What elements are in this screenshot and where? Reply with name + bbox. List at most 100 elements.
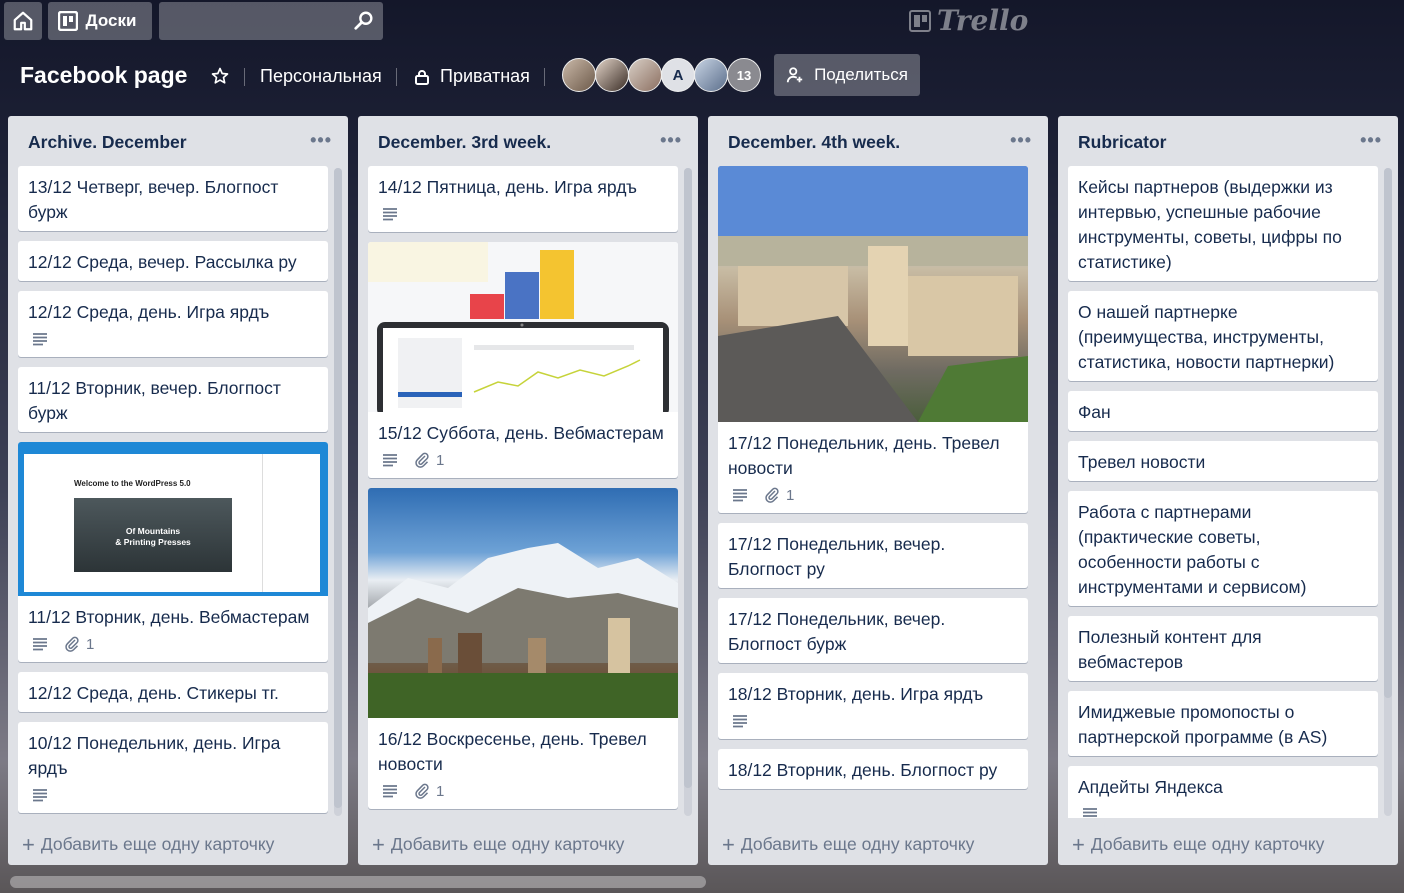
add-card-label: Добавить еще одну карточку: [390, 834, 625, 854]
card[interactable]: Welcome to the WordPress 5.0 Of Mountain…: [18, 442, 328, 662]
card[interactable]: Полезный контент для вебмастеров: [1068, 616, 1378, 681]
avatar[interactable]: [694, 58, 728, 92]
card-title: Кейсы партнеров (выдержки из интервью, у…: [1078, 177, 1342, 272]
trello-logo-icon: [909, 9, 931, 32]
list-scrollbar[interactable]: [1384, 168, 1392, 816]
card[interactable]: Фан: [1068, 391, 1378, 431]
card-cover-image: [368, 242, 678, 412]
board-horizontal-scrollbar[interactable]: [10, 876, 706, 888]
share-button[interactable]: Поделиться: [774, 54, 920, 96]
list-title[interactable]: Rubricator: [1078, 132, 1166, 153]
scroll-thumb[interactable]: [1384, 168, 1392, 698]
more-icon[interactable]: •••: [660, 130, 682, 151]
card[interactable]: 15/12 Суббота, день. Вебмастерам 1: [368, 242, 678, 478]
add-card-button[interactable]: + Добавить еще одну карточку: [372, 833, 625, 855]
attachments-count: 1: [436, 451, 445, 469]
share-user-icon: [786, 67, 803, 83]
description-icon: [33, 789, 47, 802]
board-title[interactable]: Facebook page: [20, 62, 187, 89]
card[interactable]: Работа с партнерами (практические советы…: [1068, 491, 1378, 606]
list-scrollbar[interactable]: [334, 168, 342, 816]
attachments-badge: 1: [64, 636, 94, 653]
boards-button[interactable]: Доски: [48, 2, 152, 40]
header-divider: [544, 68, 545, 86]
card[interactable]: 10/12 Понедельник, день. Игра ярдъ: [18, 722, 328, 813]
add-card-label: Добавить еще одну карточку: [1090, 834, 1325, 854]
card[interactable]: 11/12 Вторник, вечер. Блогпост бурж: [18, 367, 328, 432]
cover-image-photo: Of Mountains & Printing Presses: [74, 498, 232, 572]
cover-image-sidebar: [262, 454, 320, 592]
card[interactable]: 17/12 Понедельник, вечер. Блогпост бурж: [718, 598, 1028, 663]
add-card-button[interactable]: + Добавить еще одну карточку: [722, 833, 974, 855]
header-divider: [396, 68, 397, 86]
card-title: 18/12 Вторник, день. Блогпост ру: [728, 760, 998, 780]
card-badges: [18, 787, 328, 813]
home-button[interactable]: [4, 2, 42, 40]
avatar-letter[interactable]: A: [661, 58, 695, 92]
more-icon[interactable]: •••: [1360, 130, 1382, 151]
list-title[interactable]: Archive. December: [28, 132, 187, 153]
add-card-button[interactable]: + Добавить еще одну карточку: [1072, 831, 1325, 857]
card[interactable]: О нашей партнерке (преимущества, инструм…: [1068, 291, 1378, 381]
mountain-city-image: [368, 543, 678, 718]
list-cards: 17/12 Понедельник, день. Тревел новости …: [718, 166, 1038, 818]
card[interactable]: 18/12 Вторник, день. Игра ярдъ: [718, 673, 1028, 739]
list-cards: Кейсы партнеров (выдержки из интервью, у…: [1068, 166, 1388, 818]
scroll-thumb[interactable]: [334, 168, 342, 808]
list-header: Archive. December •••: [8, 116, 348, 166]
list-scrollbar[interactable]: [684, 168, 692, 816]
more-icon[interactable]: •••: [310, 130, 332, 151]
card[interactable]: 12/12 Среда, день. Игра ярдъ: [18, 291, 328, 357]
card[interactable]: 12/12 Среда, день. Стикеры тг.: [18, 672, 328, 712]
star-icon[interactable]: [210, 66, 230, 86]
card[interactable]: 12/12 Среда, вечер. Рассылка ру: [18, 241, 328, 281]
card-title: Имиджевые промопосты о партнерской прогр…: [1078, 702, 1328, 747]
card[interactable]: 17/12 Понедельник, день. Тревел новости …: [718, 166, 1028, 513]
attachments-count: 1: [436, 782, 445, 800]
members-more-badge[interactable]: 13: [727, 58, 761, 92]
cover-image-caption: Of Mountains & Printing Presses: [74, 526, 232, 548]
card-title: 12/12 Среда, день. Игра ярдъ: [28, 302, 270, 322]
team-button[interactable]: Персональная: [260, 66, 382, 87]
list-title[interactable]: December. 3rd week.: [378, 132, 551, 153]
attachment-icon: [65, 636, 79, 652]
search-input[interactable]: [159, 2, 383, 40]
card-title: 18/12 Вторник, день. Игра ярдъ: [728, 684, 984, 704]
list-december-3rd-week: December. 3rd week. ••• 14/12 Пятница, д…: [358, 116, 698, 865]
card[interactable]: 18/12 Вторник, день. Блогпост ру: [718, 749, 1028, 789]
card[interactable]: 16/12 Воскресенье, день. Тревел новости …: [368, 488, 678, 809]
trello-logo[interactable]: Trello: [909, 4, 1028, 37]
cover-image-caption-line: Of Mountains: [125, 526, 181, 536]
add-card-button[interactable]: + Добавить еще одну карточку: [22, 833, 274, 855]
card[interactable]: 17/12 Понедельник, вечер. Блогпост ру: [718, 523, 1028, 588]
card[interactable]: Имиджевые промопосты о партнерской прогр…: [1068, 691, 1378, 756]
description-icon: [33, 333, 47, 346]
card-title: 12/12 Среда, вечер. Рассылка ру: [28, 252, 297, 272]
cover-image-caption-line: & Printing Presses: [115, 537, 191, 547]
card-title: 10/12 Понедельник, день. Игра ярдъ: [28, 733, 281, 778]
card-badges: [368, 206, 678, 232]
description-icon: [383, 785, 397, 798]
card-title: 15/12 Суббота, день. Вебмастерам: [378, 423, 664, 443]
card[interactable]: 13/12 Четверг, вечер. Блогпост бурж: [18, 166, 328, 231]
list-december-4th-week: December. 4th week. ••• 17/12 Понедельни…: [708, 116, 1048, 865]
avatar[interactable]: [562, 58, 596, 92]
plus-icon: +: [1072, 831, 1085, 857]
more-icon[interactable]: •••: [1010, 130, 1032, 151]
search-icon[interactable]: [353, 10, 375, 32]
city-aerial-image: [718, 166, 1028, 422]
list-header: December. 3rd week. •••: [358, 116, 698, 166]
card-title: 11/12 Вторник, вечер. Блогпост бурж: [28, 378, 281, 423]
card[interactable]: Апдейты Яндекса: [1068, 766, 1378, 818]
search-box[interactable]: [159, 2, 383, 40]
visibility-button[interactable]: Приватная: [440, 66, 530, 87]
list-title[interactable]: December. 4th week.: [728, 132, 900, 153]
card[interactable]: Кейсы партнеров (выдержки из интервью, у…: [1068, 166, 1378, 281]
card[interactable]: 14/12 Пятница, день. Игра ярдъ: [368, 166, 678, 232]
card-badges: [18, 331, 328, 357]
card[interactable]: Тревел новости: [1068, 441, 1378, 481]
avatar[interactable]: [628, 58, 662, 92]
description-icon: [733, 715, 747, 728]
avatar[interactable]: [595, 58, 629, 92]
scroll-thumb[interactable]: [684, 168, 692, 788]
